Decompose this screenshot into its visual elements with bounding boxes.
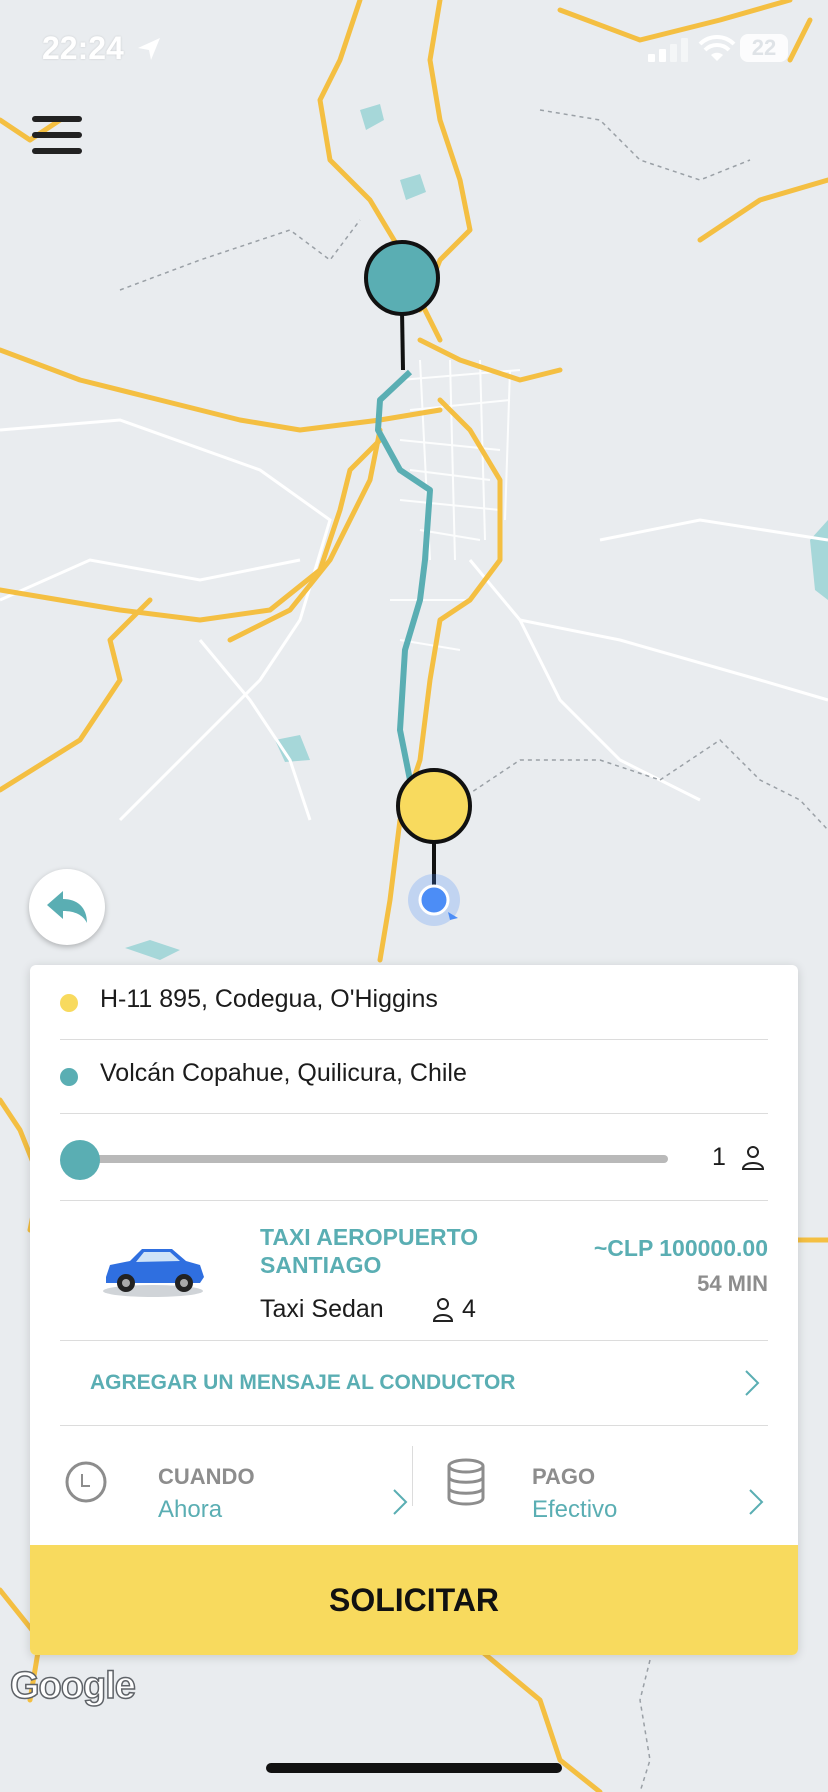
signal-icon xyxy=(648,38,688,62)
pickup-address: H-11 895, Codegua, O'Higgins xyxy=(100,985,438,1013)
passenger-slider-thumb[interactable] xyxy=(60,1140,100,1180)
vehicle-capacity: 4 xyxy=(462,1295,476,1323)
add-message-label: AGREGAR UN MENSAJE AL CONDUCTOR xyxy=(90,1371,516,1394)
payment-option[interactable]: PAGO Efectivo xyxy=(420,1426,768,1534)
google-attribution: Google xyxy=(9,1664,136,1708)
destination-row[interactable]: Volcán Copahue, Quilicura, Chile xyxy=(60,1039,768,1114)
chevron-right-icon xyxy=(393,1489,408,1515)
menu-icon xyxy=(32,116,82,122)
menu-button[interactable] xyxy=(30,114,86,156)
when-label: CUANDO xyxy=(158,1464,255,1489)
back-arrow-icon xyxy=(47,891,87,923)
status-bar: 22:24 22 xyxy=(0,0,828,100)
menu-icon-bar xyxy=(32,132,82,138)
vehicle-name: TAXI AEROPUERTO SANTIAGO xyxy=(260,1224,479,1278)
pickup-row[interactable]: H-11 895, Codegua, O'Higgins xyxy=(60,965,768,1040)
payment-value: Efectivo xyxy=(532,1496,618,1523)
passenger-slider-row: 1 xyxy=(60,1113,768,1201)
clock-icon xyxy=(65,1461,107,1503)
payment-label: PAGO xyxy=(532,1464,596,1489)
add-message-button[interactable]: AGREGAR UN MENSAJE AL CONDUCTOR xyxy=(60,1341,768,1426)
vehicle-option[interactable]: TAXI AEROPUERTO SANTIAGO Taxi Sedan 4 ~C… xyxy=(60,1201,768,1341)
when-option[interactable]: CUANDO Ahora xyxy=(60,1426,410,1534)
current-location-marker xyxy=(408,874,460,926)
person-icon xyxy=(432,1298,454,1322)
pickup-dot-icon xyxy=(60,994,78,1012)
coins-icon xyxy=(447,1458,485,1506)
person-icon xyxy=(741,1146,765,1170)
trip-panel: H-11 895, Codegua, O'Higgins Volcán Copa… xyxy=(30,965,798,1655)
back-button[interactable] xyxy=(29,869,105,945)
car-icon xyxy=(103,1249,204,1297)
request-button[interactable]: SOLICITAR xyxy=(30,1545,798,1655)
destination-dot-icon xyxy=(60,1068,78,1086)
menu-icon-bar xyxy=(32,148,82,154)
wifi-icon xyxy=(698,34,736,61)
when-value: Ahora xyxy=(158,1496,223,1523)
chevron-right-icon xyxy=(745,1370,760,1396)
status-time: 22:24 xyxy=(42,30,124,66)
passenger-slider-track[interactable] xyxy=(70,1155,668,1163)
options-row: CUANDO Ahora PAGO Efectivo xyxy=(60,1426,768,1534)
destination-address: Volcán Copahue, Quilicura, Chile xyxy=(100,1059,467,1087)
chevron-right-icon xyxy=(749,1489,764,1515)
vehicle-type: Taxi Sedan xyxy=(260,1295,384,1323)
options-divider xyxy=(412,1446,413,1506)
home-indicator[interactable] xyxy=(266,1763,562,1773)
passenger-count: 1 xyxy=(712,1143,726,1171)
location-arrow-icon xyxy=(138,38,160,60)
vehicle-price: ~CLP 100000.00 xyxy=(593,1235,768,1261)
vehicle-duration: 54 MIN xyxy=(697,1271,768,1296)
battery-indicator: 22 xyxy=(740,34,788,62)
